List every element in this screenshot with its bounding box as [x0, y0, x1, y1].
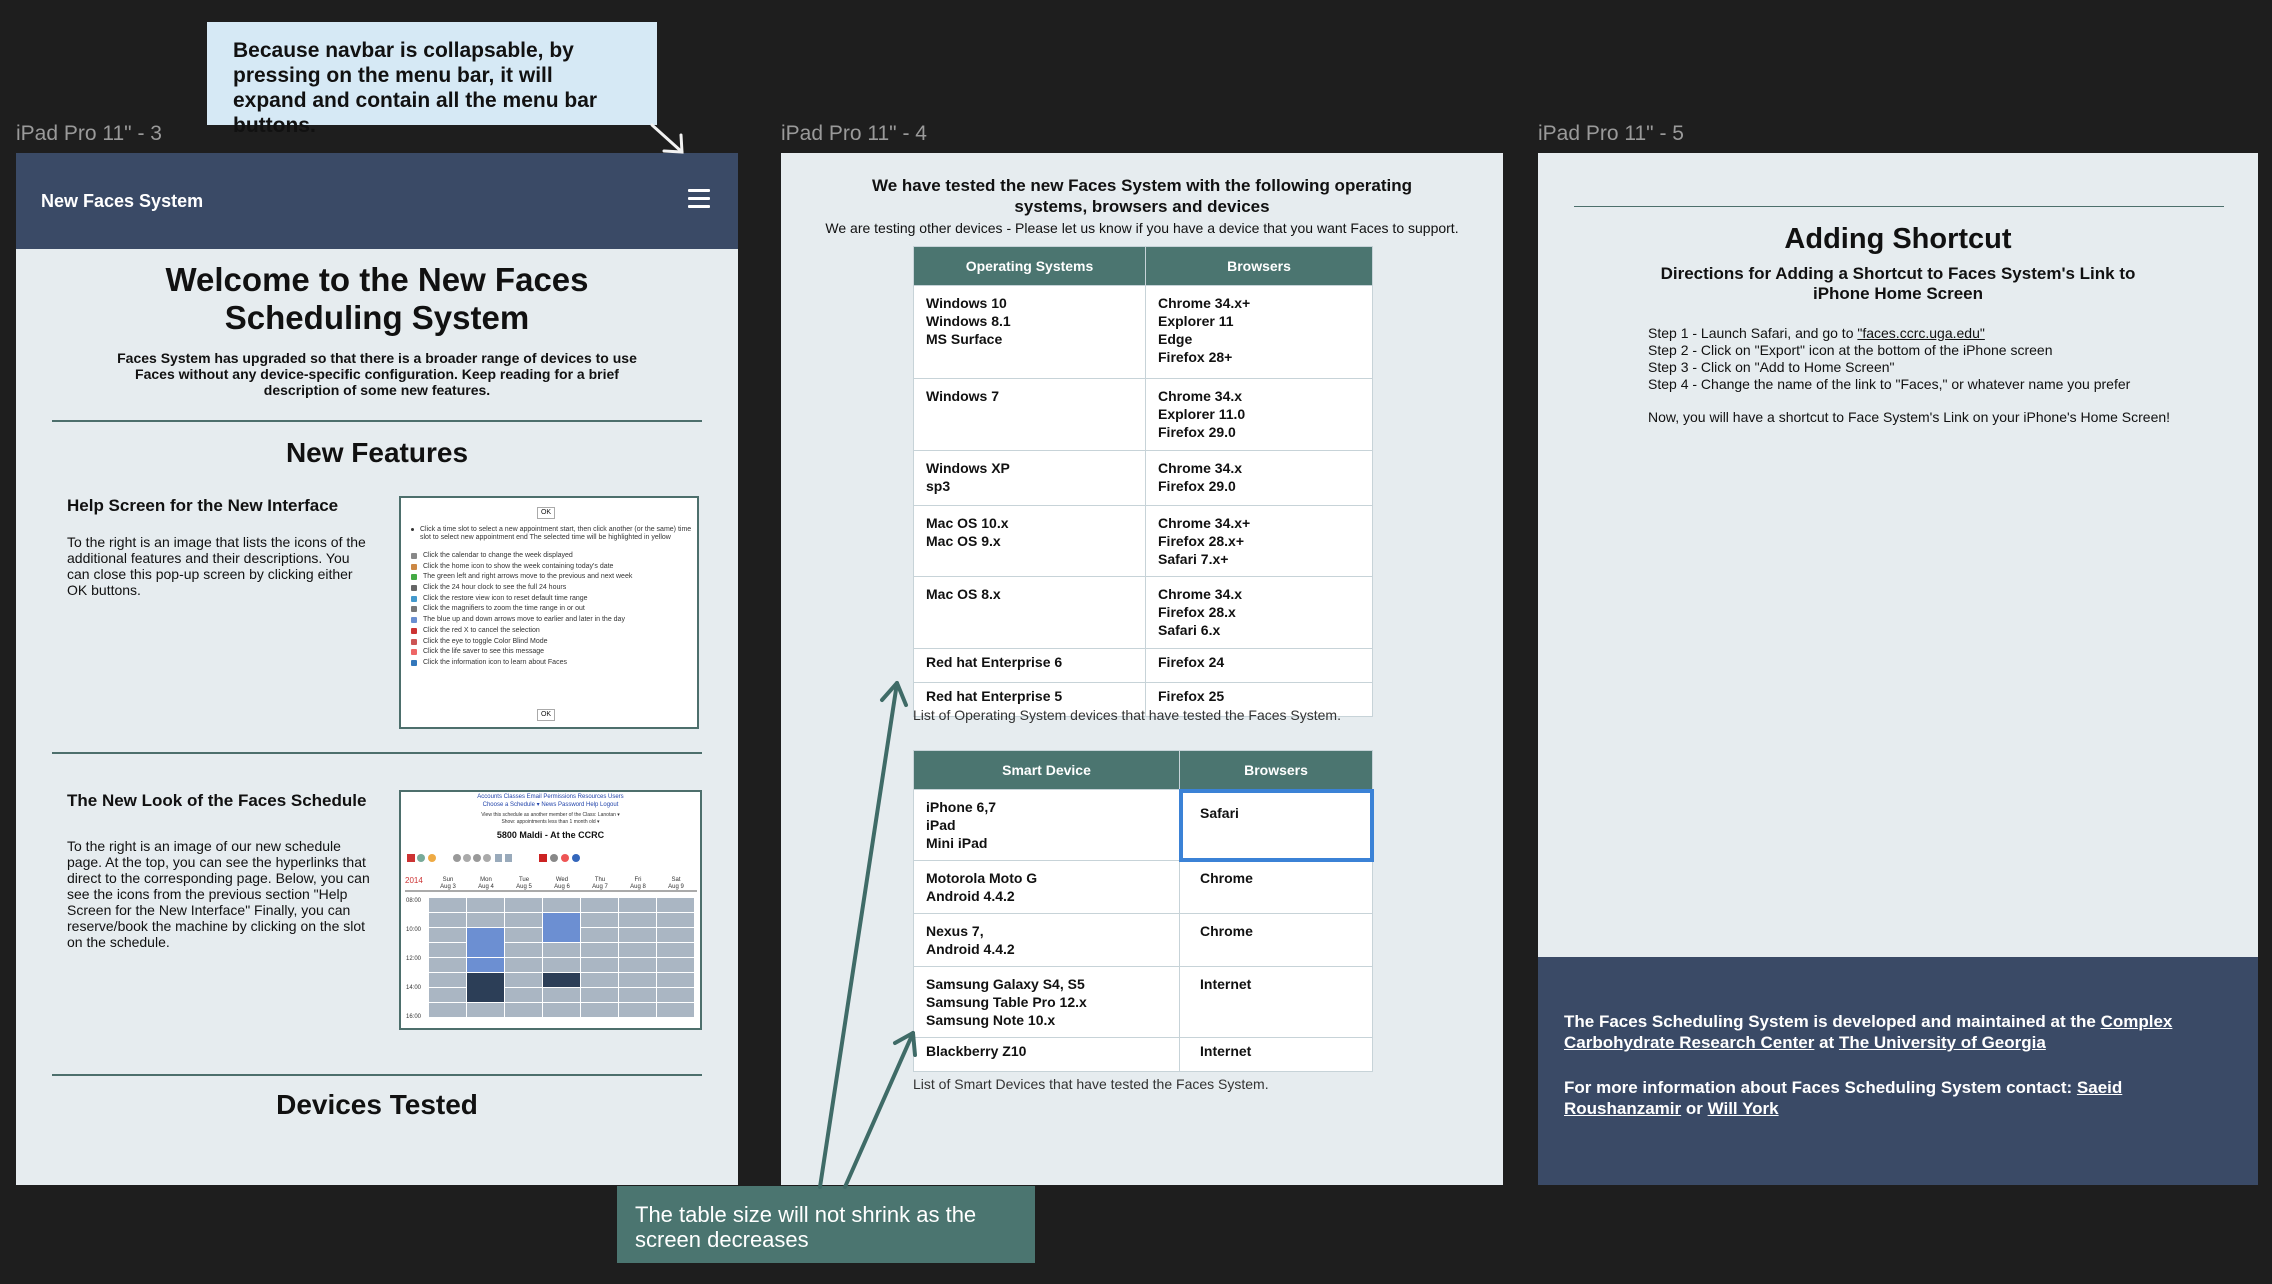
- navbar-arrow: [650, 123, 684, 154]
- table-arrows: [818, 681, 917, 1189]
- annotation-arrows: [650, 123, 917, 1189]
